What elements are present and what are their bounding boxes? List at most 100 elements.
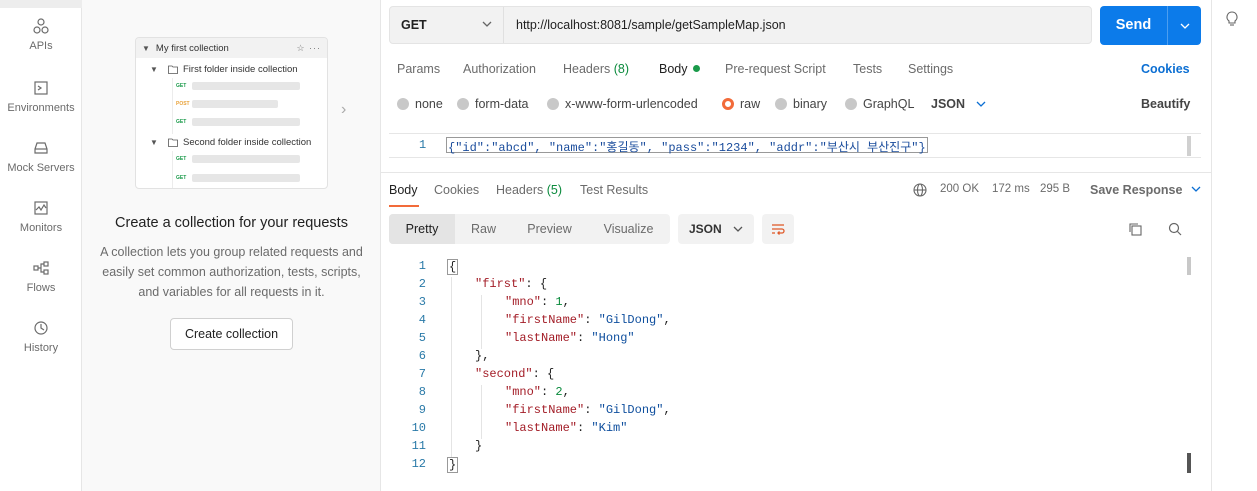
response-time[interactable]: 172 ms xyxy=(992,183,1030,195)
tab-headers[interactable]: Headers (8) xyxy=(563,62,629,76)
sidebar-item-flows[interactable]: Flows xyxy=(0,260,82,294)
sidebar-item-environments[interactable]: Environments xyxy=(0,80,82,114)
indent-guide xyxy=(451,277,452,457)
request-body-editor[interactable]: 1 {"id":"abcd", "name":"홍길동", "pass":"12… xyxy=(389,133,1201,158)
cookies-link[interactable]: Cookies xyxy=(1141,62,1190,76)
copy-icon[interactable] xyxy=(1128,222,1142,236)
view-visualize[interactable]: Visualize xyxy=(587,214,670,244)
search-icon[interactable] xyxy=(1168,222,1182,236)
response-tab-test-results[interactable]: Test Results xyxy=(580,183,648,197)
tab-prerequest-script[interactable]: Pre-request Script xyxy=(725,62,826,76)
json-close-brace: } xyxy=(447,457,459,473)
response-body-viewer[interactable]: 1 2 3 4 5 6 7 8 9 10 11 12 { "first": { … xyxy=(389,255,1201,475)
sidebar-item-monitors[interactable]: Monitors xyxy=(0,200,82,234)
response-format-select[interactable]: JSON xyxy=(678,214,754,244)
preview-request-row: GET xyxy=(176,82,300,90)
response-size[interactable]: 295 B xyxy=(1040,183,1070,195)
json-line: "second": { xyxy=(475,367,555,381)
send-label: Send xyxy=(1115,17,1152,33)
view-raw[interactable]: Raw xyxy=(455,214,512,244)
indent-guide xyxy=(481,295,482,349)
headers-count: (8) xyxy=(613,62,630,76)
create-collection-button[interactable]: Create collection xyxy=(170,318,293,350)
method-select[interactable]: GET xyxy=(390,7,504,43)
pane-divider[interactable] xyxy=(381,172,1211,173)
scrollbar[interactable] xyxy=(1187,257,1191,275)
beautify-button[interactable]: Beautify xyxy=(1141,97,1190,111)
scrollbar[interactable] xyxy=(1187,136,1191,156)
sidebar-item-label: Environments xyxy=(7,102,75,114)
json-line: "lastName": "Hong" xyxy=(505,331,635,345)
preview-request-row: GET xyxy=(176,118,300,126)
tab-body[interactable]: Body xyxy=(659,62,700,76)
sidebar-item-label: APIs xyxy=(29,40,53,52)
body-indicator-dot xyxy=(692,65,700,72)
view-preview[interactable]: Preview xyxy=(512,214,587,244)
chevron-down-icon xyxy=(976,101,986,107)
send-button[interactable]: Send xyxy=(1100,6,1201,45)
save-response-button[interactable]: Save Response xyxy=(1090,183,1202,197)
line-number: 6 xyxy=(418,349,426,363)
body-format-select[interactable]: JSON xyxy=(931,97,987,111)
sidebar-item-mock-servers[interactable]: Mock Servers xyxy=(0,140,82,174)
radio-raw[interactable]: raw xyxy=(722,97,760,111)
line-number: 2 xyxy=(418,277,426,291)
globe-icon[interactable] xyxy=(913,183,927,197)
status-code[interactable]: 200 OK xyxy=(940,183,979,195)
tab-authorization[interactable]: Authorization xyxy=(463,62,536,76)
send-options-button[interactable] xyxy=(1167,6,1201,45)
folder-icon xyxy=(168,65,178,74)
scrollbar-thumb[interactable] xyxy=(1187,453,1191,473)
indent-guide xyxy=(481,385,482,439)
response-tab-body[interactable]: Body xyxy=(389,183,418,197)
response-headers-count: (5) xyxy=(546,183,563,197)
json-line: "mno": 2, xyxy=(505,385,570,399)
response-tab-headers[interactable]: Headers (5) xyxy=(496,183,562,197)
radio-graphql[interactable]: GraphQL xyxy=(845,97,914,111)
preview-request-row: GET xyxy=(176,155,300,163)
nav-active-indicator xyxy=(0,0,82,8)
request-editor: GET http://localhost:8081/sample/getSamp… xyxy=(381,0,1211,491)
sidebar-item-history[interactable]: History xyxy=(0,320,82,354)
radio-none[interactable]: none xyxy=(397,97,443,111)
line-number: 3 xyxy=(418,295,426,309)
line-number: 1 xyxy=(418,259,426,273)
tab-params[interactable]: Params xyxy=(397,62,440,76)
response-tab-cookies[interactable]: Cookies xyxy=(434,183,479,197)
json-line: "firstName": "GilDong", xyxy=(505,313,671,327)
tab-tests[interactable]: Tests xyxy=(853,62,882,76)
radio-form-data[interactable]: form-data xyxy=(457,97,529,111)
response-view-segment: Pretty Raw Preview Visualize xyxy=(389,214,670,244)
line-number: 5 xyxy=(418,331,426,345)
collections-empty-panel: ▼ My first collection ☆ ··· ▼ First fold… xyxy=(82,0,381,491)
collection-empty-description: A collection lets you group related requ… xyxy=(100,245,363,299)
preview-folder-2: ▼ Second folder inside collection xyxy=(150,137,312,148)
wrap-lines-button[interactable] xyxy=(762,214,794,244)
folder-icon xyxy=(168,138,178,147)
url-input[interactable]: http://localhost:8081/sample/getSampleMa… xyxy=(516,7,786,43)
lightbulb-icon[interactable] xyxy=(1225,11,1239,27)
line-number: 8 xyxy=(418,385,426,399)
flows-icon xyxy=(33,261,49,275)
chevron-down-icon: ▼ xyxy=(150,65,158,74)
radio-urlencoded[interactable]: x-www-form-urlencoded xyxy=(547,97,698,111)
collection-preview-illustration: ▼ My first collection ☆ ··· ▼ First fold… xyxy=(135,37,328,189)
chevron-down-icon xyxy=(482,21,492,27)
preview-request-row: POST xyxy=(176,100,278,108)
mock-servers-icon xyxy=(34,142,48,154)
chevron-right-icon[interactable]: › xyxy=(341,101,346,119)
environments-icon xyxy=(34,81,48,95)
url-bar: GET http://localhost:8081/sample/getSamp… xyxy=(389,6,1092,44)
tab-settings[interactable]: Settings xyxy=(908,62,953,76)
sidebar-item-label: Flows xyxy=(26,282,56,294)
radio-binary[interactable]: binary xyxy=(775,97,827,111)
apis-icon xyxy=(33,18,49,34)
line-number: 10 xyxy=(411,421,426,435)
line-number: 12 xyxy=(411,457,426,471)
chevron-down-icon xyxy=(733,226,743,232)
sidebar-item-apis[interactable]: APIs xyxy=(0,18,82,52)
preview-folder-1: ▼ First folder inside collection xyxy=(150,64,298,75)
request-body-code[interactable]: {"id":"abcd", "name":"홍길동", "pass":"1234… xyxy=(446,137,928,155)
view-pretty[interactable]: Pretty xyxy=(389,214,455,244)
chevron-down-icon: ▼ xyxy=(142,43,150,53)
